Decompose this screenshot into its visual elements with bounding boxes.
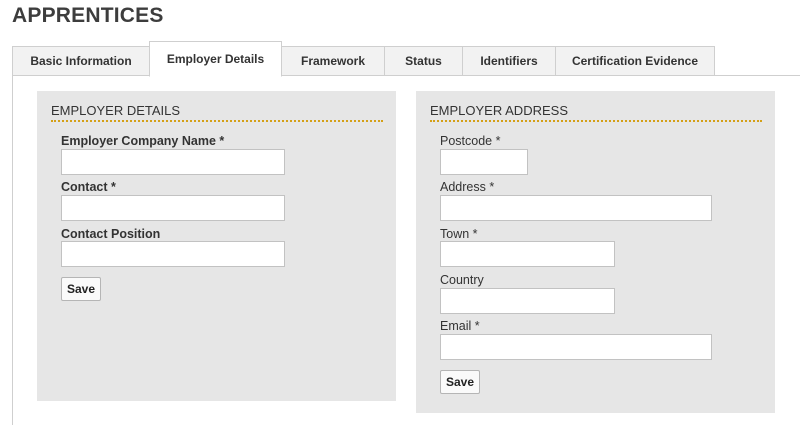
email-label: Email * bbox=[440, 319, 480, 333]
tab-status[interactable]: Status bbox=[384, 46, 463, 76]
country-label: Country bbox=[440, 273, 484, 287]
contact-label: Contact * bbox=[61, 180, 116, 194]
tab-bar: Basic Information Employer Details Frame… bbox=[12, 41, 800, 77]
tab-basic-information[interactable]: Basic Information bbox=[12, 46, 150, 76]
postcode-label: Postcode * bbox=[440, 134, 501, 148]
address-label: Address * bbox=[440, 180, 495, 194]
tab-employer-details[interactable]: Employer Details bbox=[149, 41, 282, 77]
company-name-input[interactable] bbox=[61, 149, 285, 175]
page-title: APPRENTICES bbox=[12, 4, 164, 27]
employer-address-panel: EMPLOYER ADDRESS Postcode * Address * To… bbox=[416, 91, 775, 413]
postcode-input[interactable] bbox=[440, 149, 528, 175]
employer-details-panel: EMPLOYER DETAILS Employer Company Name *… bbox=[37, 91, 396, 401]
tab-certification-evidence[interactable]: Certification Evidence bbox=[555, 46, 715, 76]
country-input[interactable] bbox=[440, 288, 615, 314]
contact-position-input[interactable] bbox=[61, 241, 285, 267]
address-input[interactable] bbox=[440, 195, 712, 221]
employer-address-heading: EMPLOYER ADDRESS bbox=[430, 103, 762, 122]
town-input[interactable] bbox=[440, 241, 615, 267]
contact-position-label: Contact Position bbox=[61, 227, 161, 241]
employer-details-save-button[interactable]: Save bbox=[61, 277, 102, 301]
contact-input[interactable] bbox=[61, 195, 285, 221]
employer-details-heading: EMPLOYER DETAILS bbox=[51, 103, 383, 122]
email-input[interactable] bbox=[440, 334, 712, 360]
town-label: Town * bbox=[440, 227, 478, 241]
employer-address-save-button[interactable]: Save bbox=[440, 370, 481, 394]
company-name-label: Employer Company Name * bbox=[61, 134, 225, 148]
tab-framework[interactable]: Framework bbox=[281, 46, 385, 76]
tab-identifiers[interactable]: Identifiers bbox=[462, 46, 556, 76]
